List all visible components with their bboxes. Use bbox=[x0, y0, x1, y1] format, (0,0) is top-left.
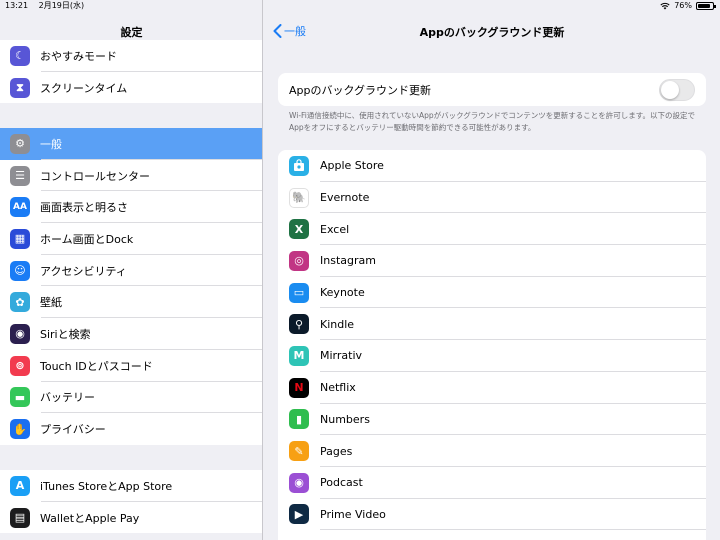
app-row[interactable]: Apple Store bbox=[278, 150, 706, 182]
gear-icon: ⚙ bbox=[10, 133, 30, 154]
sidebar-item-label: Siriと検索 bbox=[40, 327, 91, 341]
prime-video-icon: ▶ bbox=[289, 504, 309, 525]
toggle-knob bbox=[661, 81, 679, 99]
sidebar-item-1-5[interactable]: ✿ 壁紙 bbox=[0, 286, 262, 318]
status-bar: 13:21 2月19日(水) 76% bbox=[0, 0, 720, 12]
app-name: Mirrativ bbox=[320, 349, 363, 363]
sidebar-item-label: ホーム画面とDock bbox=[40, 232, 134, 246]
sidebar-item-1-4[interactable]: ☺ アクセシビリティ bbox=[0, 255, 262, 287]
page-title: Appのバックグラウンド更新 bbox=[419, 26, 565, 39]
sidebar-item-0-1[interactable]: ⧗ スクリーンタイム bbox=[0, 72, 262, 104]
sidebar-item-1-2[interactable]: AA 画面表示と明るさ bbox=[0, 191, 262, 223]
wallet-icon: ▤ bbox=[10, 507, 30, 528]
app-row[interactable]: ▮ Numbers bbox=[278, 404, 706, 436]
instagram-icon: ◎ bbox=[289, 250, 309, 271]
app-name: Pages bbox=[320, 444, 353, 458]
hand-icon: ✋ bbox=[10, 419, 30, 440]
status-time: 13:21 bbox=[5, 1, 29, 10]
app-row[interactable]: ◎ Instagram bbox=[278, 245, 706, 277]
app-row[interactable]: ▶ Prime Video bbox=[278, 499, 706, 531]
detail-panel: 一般 Appのバックグラウンド更新 Appのバックグラウンド更新 Wi-Fi通信… bbox=[264, 0, 720, 540]
pages-pen-icon: ✎ bbox=[289, 441, 309, 462]
sidebar-item-2-1[interactable]: ▤ WalletとApple Pay bbox=[0, 502, 262, 534]
sidebar-title: 設定 bbox=[120, 26, 143, 39]
description-text: Wi-Fi通信接続中に、使用されていないAppがバックグラウンドでコンテンツを更… bbox=[289, 111, 696, 132]
netflix-icon: N bbox=[289, 377, 309, 398]
excel-icon: X bbox=[289, 219, 309, 240]
app-row[interactable]: ◉ Podcast bbox=[278, 467, 706, 499]
sidebar-item-2-0[interactable]: AiTunes StoreとApp Store bbox=[0, 470, 262, 502]
app-name: Evernote bbox=[320, 191, 370, 205]
sidebar-item-label: バッテリー bbox=[40, 391, 95, 405]
sidebar-item-label: WalletとApple Pay bbox=[40, 511, 140, 525]
mirrativ-icon: M bbox=[289, 345, 309, 366]
app-list: Apple Store 🐘 Evernote X Excel ◎ Instagram ▭ Key… bbox=[278, 150, 706, 540]
sidebar-item-label: スクリーンタイム bbox=[40, 81, 128, 95]
home-grid-icon: ▦ bbox=[10, 228, 30, 249]
wifi-icon bbox=[660, 2, 670, 10]
sidebar-item-1-7[interactable]: ⊚ Touch IDとパスコード bbox=[0, 350, 262, 382]
app-row[interactable]: 🐘 Evernote bbox=[278, 182, 706, 214]
siri-icon: ◉ bbox=[10, 323, 30, 344]
kindle-reader-icon: ⚲ bbox=[289, 314, 309, 335]
sidebar-item-label: 画面表示と明るさ bbox=[40, 201, 128, 215]
sidebar-item-label: Touch IDとパスコード bbox=[40, 359, 153, 373]
sidebar-group-general: ⚙ 一般 ☰ コントロールセンター AA 画面表示と明るさ ▦ ホーム画面とDock ☺ アクセシ… bbox=[0, 128, 262, 445]
sidebar-item-1-0[interactable]: ⚙ 一般 bbox=[0, 128, 262, 160]
sidebar-item-1-1[interactable]: ☰ コントロールセンター bbox=[0, 160, 262, 192]
app-name: Numbers bbox=[320, 412, 370, 426]
app-name: Instagram bbox=[320, 254, 376, 268]
app-row[interactable]: M Mirrativ bbox=[278, 340, 706, 372]
sidebar-item-label: アクセシビリティ bbox=[40, 264, 127, 278]
battery-icon bbox=[696, 2, 716, 10]
switches-icon: ☰ bbox=[10, 165, 30, 186]
status-date: 2月19日(水) bbox=[38, 1, 85, 10]
app-name: Apple Store bbox=[320, 159, 384, 173]
settings-sidebar: 設定 ☾ おやすみモード ⧗ スクリーンタイム ⚙ 一般 ☰ コントロールセンター AA 画面表… bbox=[0, 0, 263, 540]
app-store-icon: A bbox=[10, 475, 30, 496]
background-refresh-row: Appのバックグラウンド更新 bbox=[278, 73, 706, 106]
sidebar-item-0-0[interactable]: ☾ おやすみモード bbox=[0, 40, 262, 72]
evernote-elephant-icon: 🐘 bbox=[289, 187, 309, 208]
app-row[interactable]: ▭ Keynote bbox=[278, 277, 706, 309]
app-name: Prime Video bbox=[320, 507, 386, 521]
sidebar-item-1-3[interactable]: ▦ ホーム画面とDock bbox=[0, 223, 262, 255]
podcast-icon: ◉ bbox=[289, 472, 309, 493]
accessibility-icon: ☺ bbox=[10, 260, 30, 281]
hourglass-icon: ⧗ bbox=[10, 77, 30, 98]
background-refresh-label: Appのバックグラウンド更新 bbox=[289, 83, 432, 97]
sidebar-item-label: 壁紙 bbox=[40, 296, 62, 310]
app-row[interactable]: X Excel bbox=[278, 213, 706, 245]
app-row[interactable]: N Netflix bbox=[278, 372, 706, 404]
app-name: Keynote bbox=[320, 286, 365, 300]
sidebar-item-label: コントロールセンター bbox=[40, 169, 150, 183]
app-name: Podcast bbox=[320, 476, 363, 490]
battery-icon: ▬ bbox=[10, 387, 30, 408]
app-name: Netflix bbox=[320, 381, 356, 395]
sidebar-item-1-9[interactable]: ✋ プライバシー bbox=[0, 413, 262, 445]
app-name: Kindle bbox=[320, 317, 355, 331]
moon-icon: ☾ bbox=[10, 45, 30, 66]
sidebar-group-focus: ☾ おやすみモード ⧗ スクリーンタイム bbox=[0, 40, 262, 104]
numbers-chart-icon: ▮ bbox=[289, 409, 309, 430]
sidebar-item-1-6[interactable]: ◉ Siriと検索 bbox=[0, 318, 262, 350]
app-row[interactable]: ✎ Pages bbox=[278, 435, 706, 467]
app-name: Excel bbox=[320, 222, 350, 236]
battery-percent: 76% bbox=[674, 1, 692, 10]
sidebar-item-label: おやすみモード bbox=[40, 49, 117, 63]
keynote-icon: ▭ bbox=[289, 282, 309, 303]
sidebar-item-label: プライバシー bbox=[40, 423, 106, 437]
wallpaper-flower-icon: ✿ bbox=[10, 292, 30, 313]
apple-store-bag-icon bbox=[289, 155, 309, 176]
sidebar-item-1-8[interactable]: ▬ バッテリー bbox=[0, 382, 262, 414]
background-refresh-toggle[interactable] bbox=[659, 79, 695, 101]
sidebar-item-label: iTunes StoreとApp Store bbox=[40, 479, 173, 493]
sidebar-group-stores: AiTunes StoreとApp Store ▤ WalletとApple Pay bbox=[0, 470, 262, 534]
app-row[interactable]: ⚲ Kindle bbox=[278, 308, 706, 340]
sidebar-item-label: 一般 bbox=[40, 137, 62, 151]
fingerprint-icon: ⊚ bbox=[10, 355, 30, 376]
text-size-icon: AA bbox=[10, 197, 30, 218]
